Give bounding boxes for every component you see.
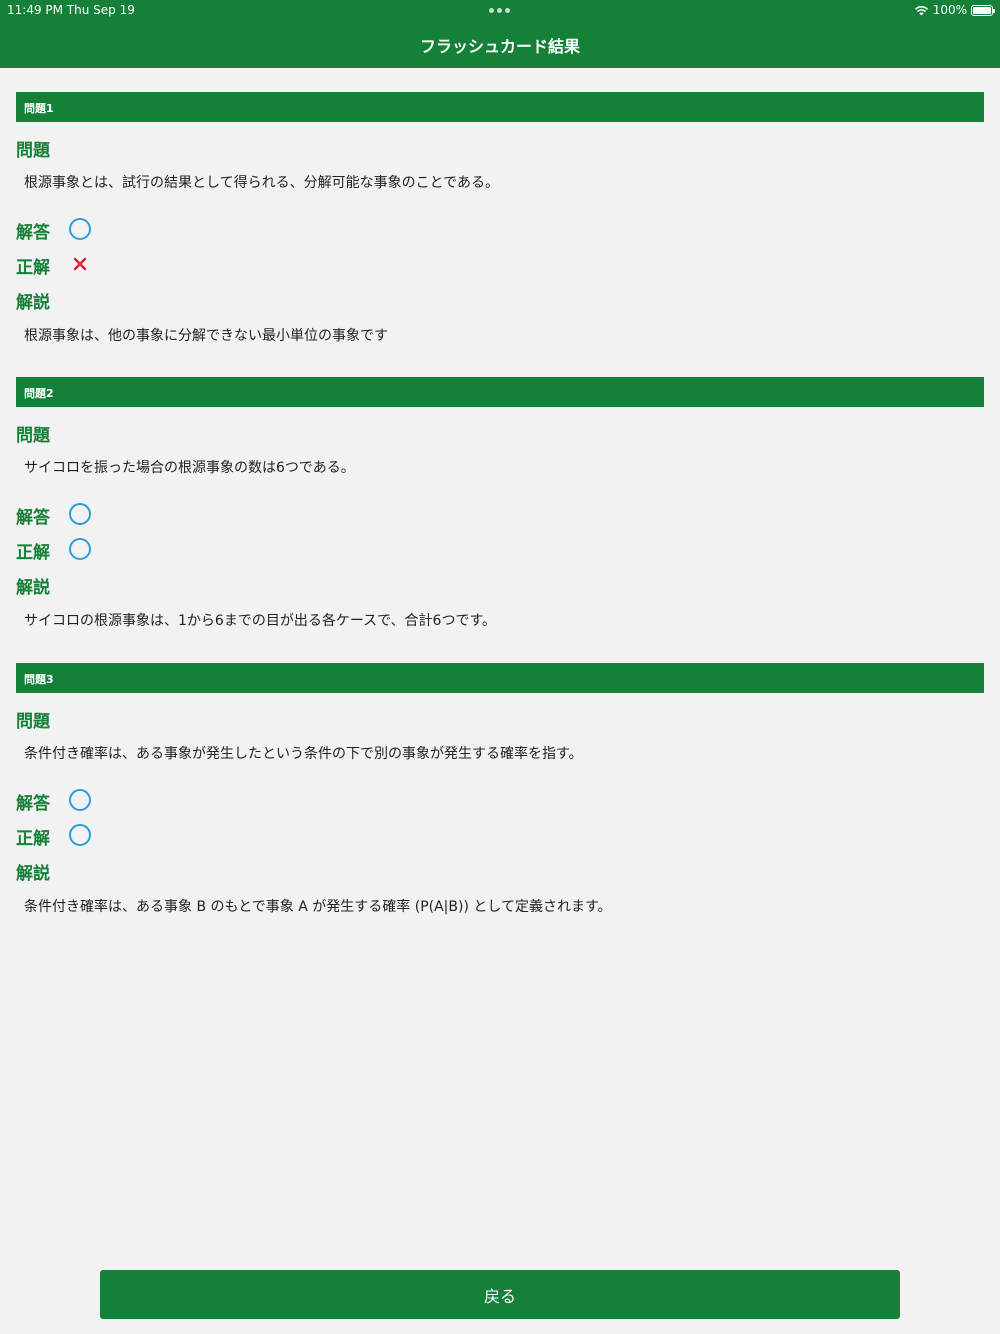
battery-level-fill <box>973 6 991 14</box>
explanation-text: 根源事象は、他の事象に分解できない最小単位の事象です <box>24 328 388 344</box>
correct-label: 正解 <box>16 829 50 849</box>
question-number: 問題2 <box>24 387 54 400</box>
question-label: 問題 <box>16 426 50 446</box>
wifi-icon <box>914 5 928 15</box>
status-time: 11:49 PM Thu Sep 19 <box>7 3 135 17</box>
question-number: 問題3 <box>24 673 54 686</box>
question-header-bar: 問題1 <box>16 92 984 122</box>
explanation-label: 解説 <box>16 864 50 884</box>
question-label: 問題 <box>16 712 50 732</box>
answer-label: 解答 <box>16 223 50 243</box>
answer-label: 解答 <box>16 794 50 814</box>
answer-label: 解答 <box>16 508 50 528</box>
question-text: 根源事象とは、試行の結果として得られる、分解可能な事象のことである。 <box>24 175 500 191</box>
battery-percent: 100% <box>932 3 967 17</box>
correct-circle-icon <box>68 823 92 847</box>
explanation-label: 解説 <box>16 293 50 313</box>
question-label: 問題 <box>16 141 50 161</box>
question-number: 問題1 <box>24 102 54 115</box>
answer-circle-icon <box>68 217 92 241</box>
battery-icon <box>971 4 995 16</box>
correct-circle-icon <box>68 537 92 561</box>
question-text: 条件付き確率は、ある事象が発生したという条件の下で別の事象が発生する確率を指す。 <box>24 746 583 762</box>
explanation-text: 条件付き確率は、ある事象 B のもとで事象 A が発生する確率 (P(A|B))… <box>24 899 612 915</box>
answer-circle-icon <box>68 502 92 526</box>
back-button[interactable]: 戻る <box>100 1270 900 1319</box>
correct-label: 正解 <box>16 543 50 563</box>
question-header-bar: 問題2 <box>16 377 984 407</box>
page-title: フラッシュカード結果 <box>419 37 580 56</box>
navigation-bar: 11:49 PM Thu Sep 19 100% フラッシュカード結果 <box>0 0 1000 68</box>
status-indicators: 100% <box>914 3 995 17</box>
question-text: サイコロを振った場合の根源事象の数は6つである。 <box>24 460 355 476</box>
correct-label: 正解 <box>16 258 50 278</box>
explanation-label: 解説 <box>16 578 50 598</box>
multitasking-dots-icon[interactable] <box>489 8 510 13</box>
correct-cross-icon <box>68 252 92 276</box>
answer-circle-icon <box>68 788 92 812</box>
question-header-bar: 問題3 <box>16 663 984 693</box>
explanation-text: サイコロの根源事象は、1から6までの目が出る各ケースで、合計6つです。 <box>24 613 497 629</box>
